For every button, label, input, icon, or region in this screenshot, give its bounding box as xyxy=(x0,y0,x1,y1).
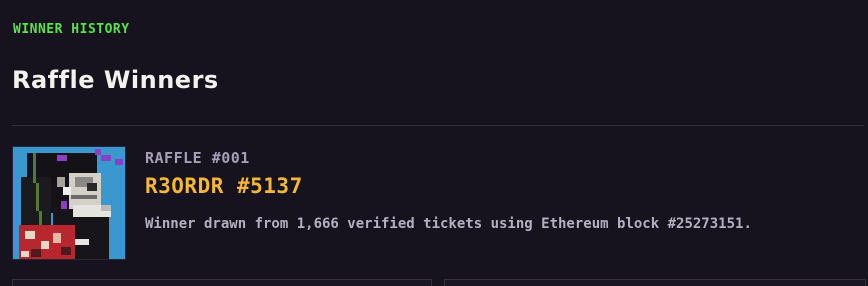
winner-description: Winner drawn from 1,666 verified tickets… xyxy=(145,216,752,232)
card-stub-left xyxy=(12,279,432,286)
card-stub-right xyxy=(444,279,866,286)
pixel-art-avatar-icon xyxy=(13,147,125,259)
page-title: Raffle Winners xyxy=(12,66,219,94)
winner-name[interactable]: R3ORDR #5137 xyxy=(145,174,303,198)
raffle-label: RAFFLE #001 xyxy=(145,149,250,167)
eyebrow-label: WINNER HISTORY xyxy=(13,22,130,37)
divider xyxy=(12,125,864,126)
winner-card: RAFFLE #001 R3ORDR #5137 Winner drawn fr… xyxy=(12,146,864,262)
avatar xyxy=(12,146,126,260)
